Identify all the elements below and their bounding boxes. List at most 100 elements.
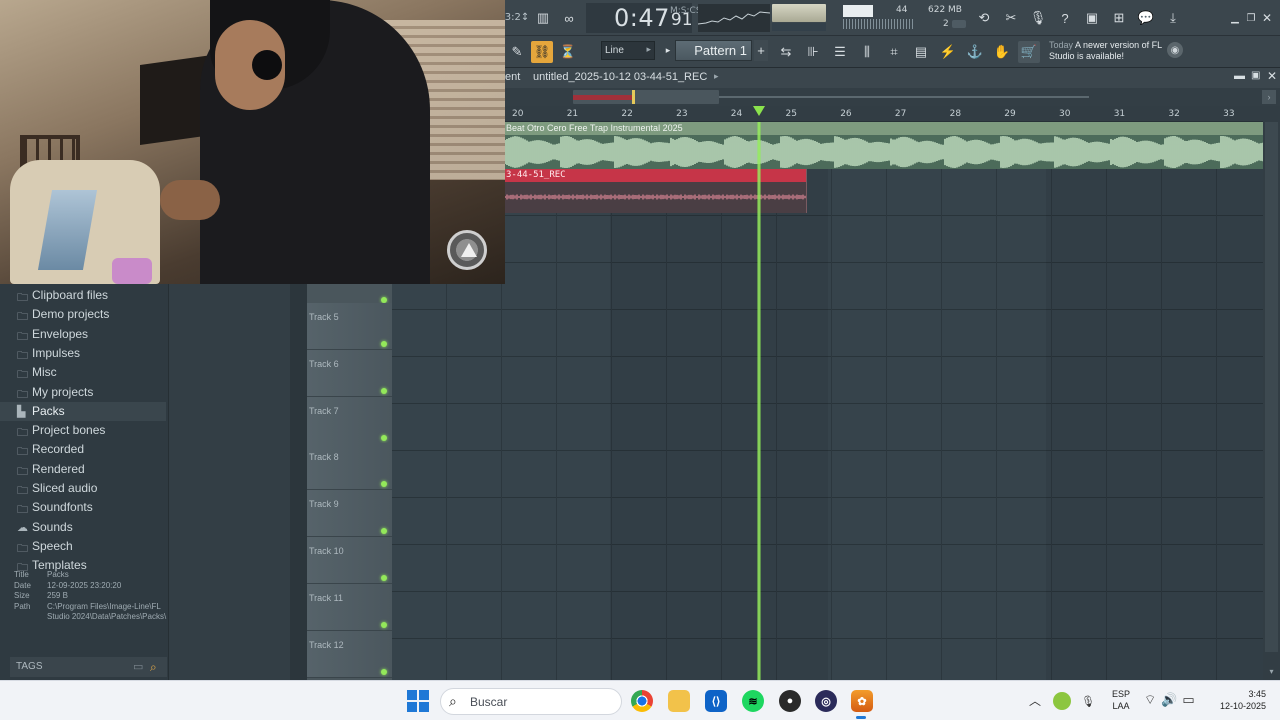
browser-item[interactable]: 🗀 Speech [0,537,166,556]
track-led[interactable] [381,341,387,347]
track-header[interactable]: Track 6 [307,349,392,397]
cut-icon[interactable]: ✂ [1000,7,1022,29]
track-header[interactable]: Track 11 [307,583,392,631]
browser-item[interactable]: 🗀 Sliced audio [0,479,166,498]
track-led[interactable] [381,528,387,535]
wifi-icon[interactable]: ⌔ [1144,692,1161,707]
link-icon[interactable]: ⛓ [531,41,553,63]
file-explorer-icon[interactable] [668,690,690,712]
folder-icon[interactable]: ▭ [133,660,143,673]
help-icon[interactable]: ? [1054,7,1076,29]
track-header[interactable]: Track 9 [307,490,392,538]
track-header[interactable]: Track 10 [307,537,392,584]
typing-keyboard-icon[interactable]: ▥ [532,7,554,29]
draw-mode-icon[interactable]: ✎ [506,41,528,63]
microphone-tray-icon[interactable]: 🎙 [1080,692,1096,710]
language-indicator[interactable]: ESP LAA [1110,688,1132,712]
chat-icon[interactable]: 💬 [1135,7,1157,29]
tags-bar[interactable]: TAGS ▭ ⌕ [10,657,167,677]
tools-icon[interactable]: ⚓ [964,41,986,63]
chevron-right-icon[interactable]: ▸ [714,71,719,82]
audio-clip-recording[interactable]: 3-44-51_REC [505,169,807,213]
spotify-icon[interactable]: ≋ [742,690,764,712]
playhead-line[interactable] [757,122,761,680]
scroll-thumb[interactable] [1265,122,1278,652]
plugin-icon[interactable]: ⚡ [937,41,959,63]
song-mode-icon[interactable]: ⇆ [775,41,797,63]
chevron-up-icon[interactable]: ︿ [1029,692,1041,709]
search-icon[interactable]: ⌕ [150,660,157,675]
tempo-display[interactable]: 3:2↕ [505,8,529,26]
volume-icon[interactable]: 🔊 [1161,692,1182,707]
browser-item[interactable]: 🗀 My projects [0,383,166,402]
browser-item[interactable]: 🗀 Envelopes [0,325,166,344]
track-led[interactable] [381,575,387,581]
fl-studio-icon[interactable]: ✿ [851,690,873,712]
playlist-icon[interactable]: ☰ [829,41,851,63]
chevron-right-icon[interactable]: › [1262,90,1276,104]
metronome-icon[interactable]: ⏳ [557,41,579,63]
recording-app-icon[interactable]: ● [779,690,801,712]
browser-icon[interactable]: ▤ [910,41,932,63]
download-icon[interactable]: ⤓ [1162,7,1184,29]
add-pattern-button[interactable]: + [754,40,768,61]
track-led[interactable] [381,481,387,488]
store-icon[interactable]: 🛒 [1018,41,1040,63]
horizontal-scrollbar[interactable]: › [505,88,1280,106]
browser-item[interactable]: ☁ Sounds [0,518,166,537]
browser-item[interactable]: 🗀 Misc [0,363,166,382]
playhead-marker[interactable] [753,106,765,116]
track-led[interactable] [381,621,387,628]
system-clock[interactable]: 3:45 12-10-2025 [1206,688,1266,712]
globe-icon[interactable]: ◉ [1167,42,1183,58]
master-pitch-meter[interactable] [772,4,826,22]
tray-app-icon[interactable] [1053,692,1071,710]
chevron-down-icon[interactable]: ▾ [1265,665,1278,678]
browser-item[interactable]: 🗀 Clipboard files [0,286,166,305]
pattern-prev-icon[interactable]: ▸ [662,40,674,61]
track-header[interactable]: Track 5 [307,303,392,350]
mixer-view-icon[interactable]: ⫼ [856,41,878,63]
browser-item[interactable]: 🗀 Demo projects [0,305,166,324]
audio-clip-beat[interactable]: Beat Otro Cero Free Trap Instrumental 20… [505,122,1263,169]
track-header[interactable]: Track 7 [307,396,392,444]
track-led[interactable] [381,387,387,394]
piano-roll-icon[interactable]: ⊪ [802,41,824,63]
snap-select[interactable]: Line [601,41,655,60]
news-panel[interactable]: Today A newer version of FL Studio is av… [1043,38,1167,66]
chrome-icon[interactable] [631,690,653,712]
playlist-close-icon[interactable]: ✕ [1267,69,1277,83]
save-icon[interactable]: ▣ [1081,7,1103,29]
close-app-icon[interactable]: ✕ [1256,7,1278,29]
master-volume-meter[interactable] [772,23,826,31]
browser-item[interactable]: 🗀 Impulses [0,344,166,363]
track-led[interactable] [381,434,387,441]
pattern-select[interactable]: Pattern 1 [675,40,752,61]
browser-item[interactable]: 🗀 Project bones [0,421,166,440]
undo-icon[interactable]: ⟲ [973,7,995,29]
track-led[interactable] [381,668,387,675]
vs-code-icon[interactable]: ⟨⟩ [705,690,727,712]
mixer-icon[interactable]: ⊞ [1108,7,1130,29]
time-display[interactable]: 0:47 91 M:S:CS [586,3,702,33]
obs-icon[interactable]: ◎ [815,690,837,712]
browser-item[interactable]: 🗀 Rendered [0,460,166,479]
windows-start-icon[interactable] [407,690,429,712]
hand-icon[interactable]: ✋ [991,41,1013,63]
battery-icon[interactable]: ▭ [1182,692,1199,707]
playlist-maximize-icon[interactable]: ▣ [1251,70,1260,81]
channel-rack-icon[interactable]: ⌗ [883,41,905,63]
browser-item[interactable]: ▙ Packs [0,401,166,421]
microphone-icon[interactable]: 🎙 [1027,7,1049,29]
track-header[interactable]: Track 12 [307,630,392,678]
browser-item[interactable]: 🗀 Recorded [0,440,166,459]
vertical-scrollbar[interactable]: ▾ [1263,106,1280,680]
browser-item[interactable]: 🗀 Soundfonts [0,498,166,517]
oscilloscope-monitor[interactable] [697,4,771,32]
track-header[interactable]: Track 8 [307,443,392,491]
taskbar-search[interactable]: ⌕ Buscar [440,688,622,715]
system-tray-icons[interactable]: ⌔🔊▭ [1144,692,1200,708]
time-ruler[interactable]: 20 21 22 23 24 25 26 27 28 29 30 31 32 33 [505,106,1263,122]
loop-record-icon[interactable]: ∞ [558,7,580,29]
playlist-minimize-icon[interactable]: ▬ [1234,70,1245,82]
